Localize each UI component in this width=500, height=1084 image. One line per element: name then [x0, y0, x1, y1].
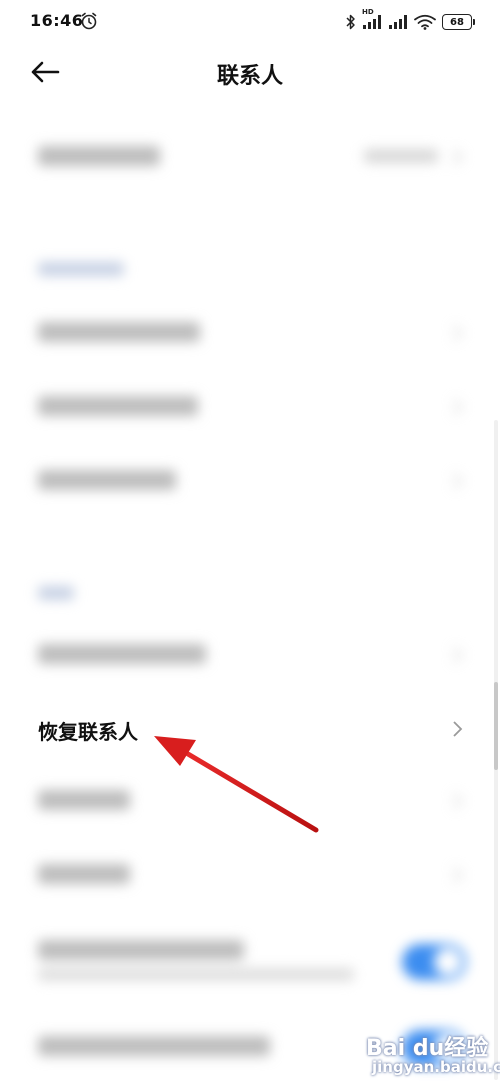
page-title: 联系人: [216, 64, 283, 89]
restore-contacts-row[interactable]: 恢复联系人: [0, 702, 500, 756]
signal-hd-group: HD: [362, 8, 382, 30]
chevron-right-icon: [453, 721, 463, 737]
settings-row[interactable]: [0, 130, 500, 184]
battery-level: 68: [450, 16, 464, 28]
section-header: [38, 262, 124, 276]
chevron-right-icon: [453, 399, 463, 415]
settings-row[interactable]: [0, 454, 500, 508]
toggle-switch[interactable]: [402, 944, 466, 980]
scrollbar-thumb[interactable]: [494, 682, 498, 770]
status-time: 16:46: [30, 11, 84, 30]
watermark-url: jingyan.baidu.c: [372, 1058, 500, 1076]
chevron-right-icon: [453, 473, 463, 489]
blurred-label: [38, 940, 244, 960]
settings-row[interactable]: [0, 848, 500, 902]
chevron-right-icon: [453, 647, 463, 663]
settings-row[interactable]: [0, 628, 500, 682]
settings-row[interactable]: [0, 774, 500, 828]
hd-badge: HD: [362, 8, 374, 16]
alarm-icon: [81, 12, 97, 30]
settings-row[interactable]: [0, 306, 500, 360]
blurred-label: [38, 146, 160, 166]
blurred-label: [38, 322, 200, 342]
blurred-value: [364, 149, 438, 163]
chevron-right-icon: [453, 793, 463, 809]
blurred-sublabel: [38, 968, 354, 981]
settings-toggle-row[interactable]: [0, 932, 500, 994]
chevron-right-icon: [453, 149, 463, 165]
blurred-label: [38, 790, 130, 810]
blurred-label: [38, 1036, 270, 1056]
battery-icon: 68: [442, 14, 475, 30]
restore-contacts-label: 恢复联系人: [38, 720, 138, 744]
blurred-label: [38, 644, 206, 664]
signal-icon-2: [389, 15, 407, 29]
status-icons: HD 68: [346, 8, 475, 32]
section-header: [38, 586, 74, 600]
bluetooth-icon: [346, 14, 355, 30]
chevron-right-icon: [453, 325, 463, 341]
wifi-icon: [414, 14, 436, 30]
baidu-jingyan-watermark: Bai du经验 jingyan.baidu.c: [366, 1024, 500, 1078]
title-bar: 联系人: [0, 44, 500, 100]
blurred-label: [38, 864, 130, 884]
chevron-right-icon: [453, 867, 463, 883]
blurred-label: [38, 396, 198, 416]
status-bar: 16:46 HD 68: [0, 0, 500, 44]
signal-icon: [363, 15, 381, 29]
blurred-label: [38, 470, 176, 490]
settings-row[interactable]: [0, 380, 500, 434]
